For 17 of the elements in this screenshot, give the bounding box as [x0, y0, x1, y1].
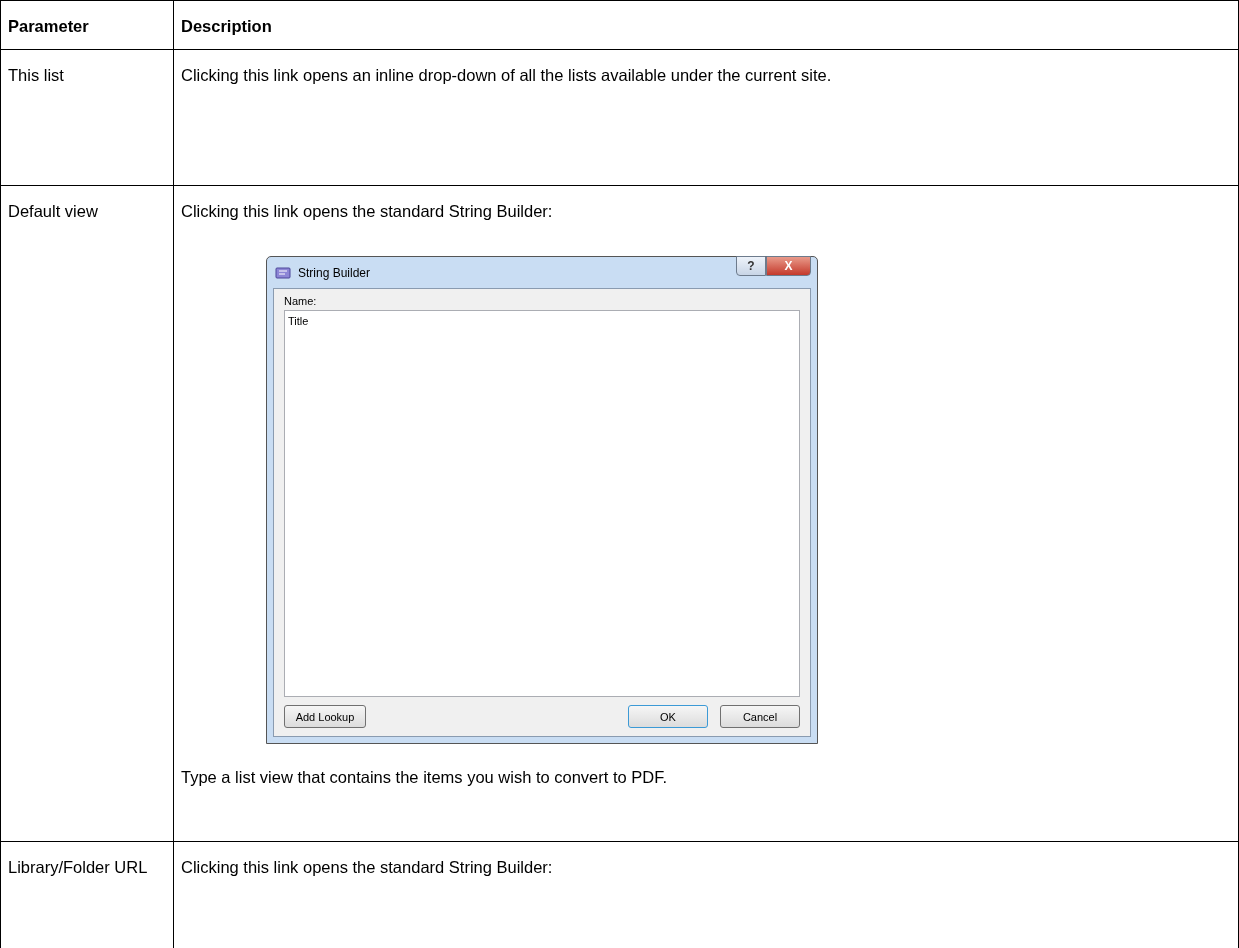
text-area[interactable]: Title — [284, 310, 800, 697]
column-header: Description — [181, 16, 272, 37]
description-text: Type a list view that contains the items you wish to convert to PDF. — [181, 767, 668, 788]
description-text: Clicking this link opens the standard String Builder: — [181, 857, 553, 878]
help-button[interactable]: ? — [736, 256, 766, 276]
column-header: Parameter — [8, 16, 89, 37]
parameter-name: This list — [8, 65, 64, 86]
app-icon — [275, 265, 291, 280]
dialog-button[interactable]: Add Lookup — [284, 705, 366, 728]
parameter-name: Library/Folder URL — [8, 857, 148, 878]
description-text: Clicking this link opens an inline drop-down of all the lists available under the current site. — [181, 65, 832, 86]
dialog-button[interactable]: OK — [628, 705, 708, 728]
description-text: Clicking this link opens the standard String Builder: — [181, 201, 553, 222]
dialog-button[interactable]: Cancel — [720, 705, 800, 728]
parameter-name: Default view — [8, 201, 98, 222]
field-label: Name: — [284, 295, 318, 307]
window-title: String Builder — [298, 265, 372, 280]
